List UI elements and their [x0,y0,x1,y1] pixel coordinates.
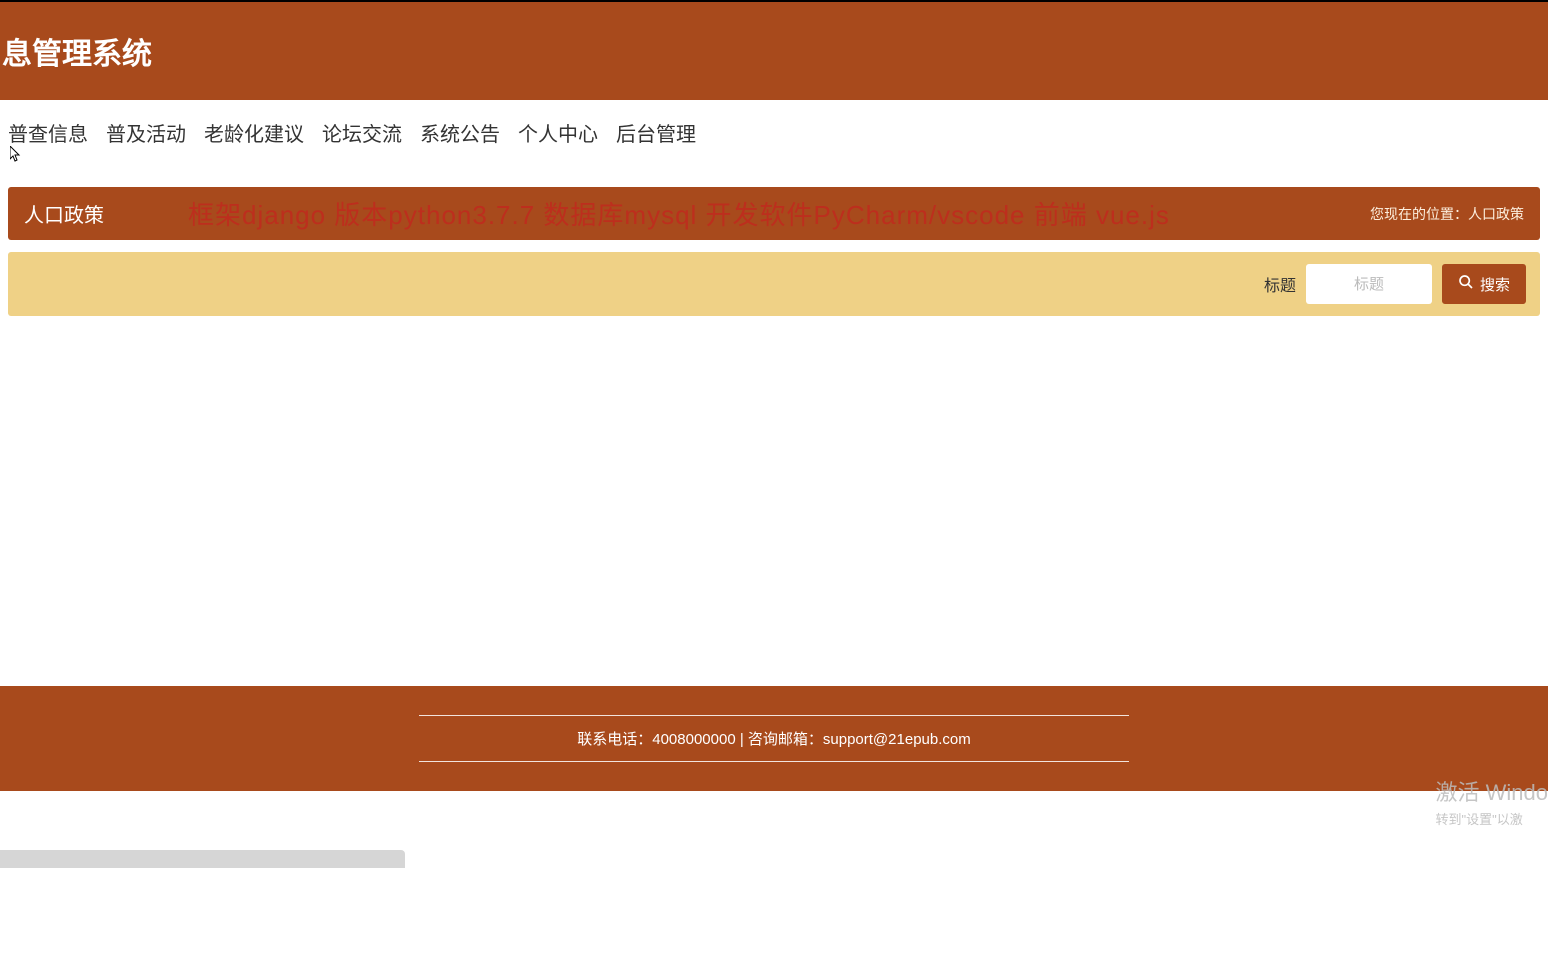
watermark-text: 框架django 版本python3.7.7 数据库mysql 开发软件PyCh… [188,195,1170,232]
nav-item-census-info[interactable]: 普查信息 [8,118,88,147]
results-area [8,316,1540,686]
app-title: 息管理系统 [0,29,152,73]
breadcrumb-current: 人口政策 [1468,206,1524,222]
nav-item-admin[interactable]: 后台管理 [616,118,696,147]
content-area: 人口政策 框架django 版本python3.7.7 数据库mysql 开发软… [0,157,1548,686]
search-bar: 标题 搜索 [8,252,1540,316]
nav-item-aging-advice[interactable]: 老龄化建议 [204,118,304,147]
nav-item-announcement[interactable]: 系统公告 [420,118,500,147]
nav-item-popular-activity[interactable]: 普及活动 [106,118,186,147]
windows-activation-watermark: 激活 Windo 转到"设置"以激 [1436,775,1548,828]
footer-divider-bottom [419,761,1129,762]
search-button[interactable]: 搜索 [1442,264,1526,304]
nav-item-user-center[interactable]: 个人中心 [518,118,598,147]
windows-activate-sub: 转到"设置"以激 [1436,809,1548,828]
search-button-label: 搜索 [1480,274,1510,295]
section-title: 人口政策 [24,199,104,228]
breadcrumb: 您现在的位置：人口政策 [1370,204,1524,224]
footer-contact: 联系电话：4008000000 | 咨询邮箱：support@21epub.co… [577,724,970,753]
search-label: 标题 [1264,272,1296,296]
page-footer: 联系电话：4008000000 | 咨询邮箱：support@21epub.co… [0,686,1548,791]
search-input[interactable] [1306,264,1432,304]
nav-item-forum[interactable]: 论坛交流 [322,118,402,147]
breadcrumb-label: 您现在的位置： [1370,206,1468,222]
section-header: 人口政策 框架django 版本python3.7.7 数据库mysql 开发软… [8,187,1540,240]
taskbar-preview-shadow [0,850,405,868]
search-icon [1458,274,1474,294]
main-nav: 普查信息 普及活动 老龄化建议 论坛交流 系统公告 个人中心 后台管理 [0,100,1548,157]
footer-divider-top [419,715,1129,716]
app-header: 息管理系统 [0,0,1548,100]
windows-activate-title: 激活 Windo [1436,775,1548,807]
